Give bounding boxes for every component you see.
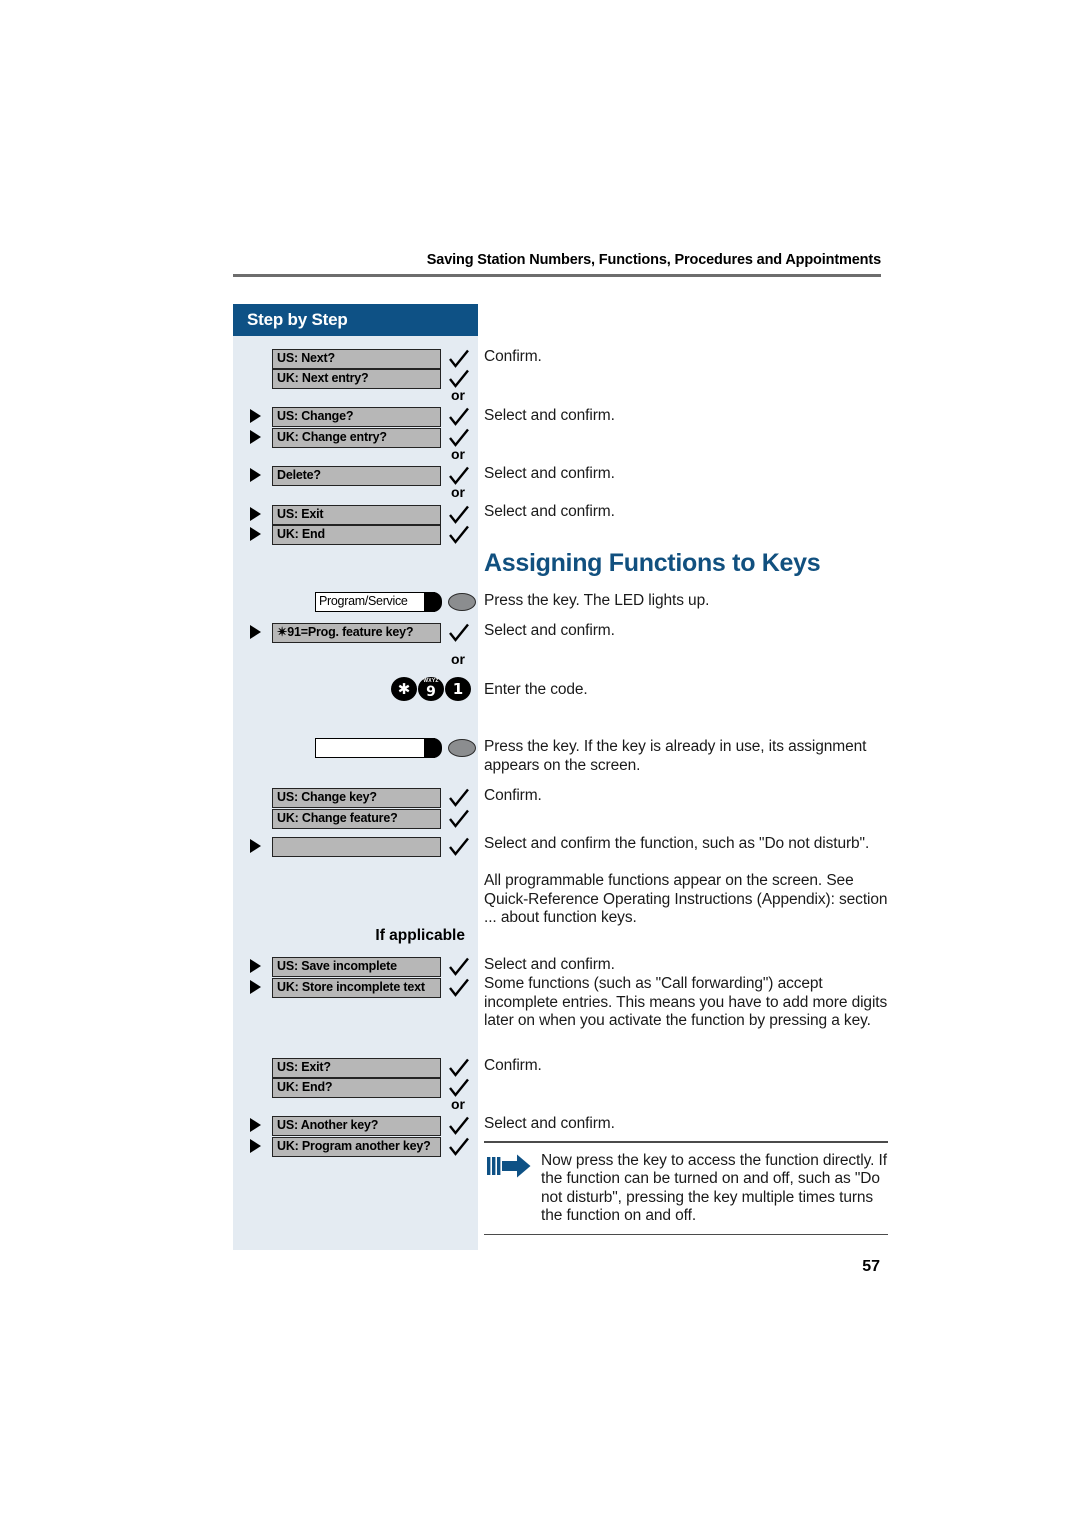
display-key-uk-change-entry[interactable]: UK: Change entry? bbox=[272, 428, 441, 448]
display-key-us-exit-question[interactable]: US: Exit? bbox=[272, 1058, 441, 1078]
display-key-uk-program-another-key[interactable]: UK: Program another key? bbox=[272, 1137, 441, 1157]
display-key-prog-feature-key[interactable]: ✴91=Prog. feature key? bbox=[272, 623, 441, 643]
display-key-blank-function[interactable] bbox=[272, 837, 441, 857]
instruction-select-5: Select and confirm. bbox=[484, 956, 615, 973]
instruction-all-programmable: All programmable functions appear on the… bbox=[484, 872, 888, 927]
scroll-triangle-icon bbox=[250, 1139, 261, 1153]
instruction-confirm-2: Confirm. bbox=[484, 787, 542, 804]
check-icon bbox=[448, 1057, 470, 1079]
scroll-triangle-icon bbox=[250, 430, 261, 444]
check-icon bbox=[448, 348, 470, 370]
or-label: or bbox=[451, 387, 465, 403]
keypad-key-1[interactable]: 1 bbox=[445, 677, 471, 701]
display-key-us-next[interactable]: US: Next? bbox=[272, 349, 441, 369]
sidebar-header: Step by Step bbox=[233, 304, 478, 336]
check-icon bbox=[448, 808, 470, 830]
display-key-uk-next-entry[interactable]: UK: Next entry? bbox=[272, 369, 441, 389]
check-icon bbox=[448, 406, 470, 428]
section-heading: Assigning Functions to Keys bbox=[484, 549, 821, 577]
scroll-triangle-icon bbox=[250, 959, 261, 973]
or-label: or bbox=[451, 1096, 465, 1112]
check-icon bbox=[448, 977, 470, 999]
check-icon bbox=[448, 1136, 470, 1158]
page-number: 57 bbox=[862, 1258, 880, 1275]
display-key-us-save-incomplete[interactable]: US: Save incomplete bbox=[272, 957, 441, 977]
note-text: Now press the key to access the function… bbox=[541, 1151, 887, 1225]
function-key-cap-icon bbox=[424, 738, 442, 758]
function-key-label: Program/Service bbox=[315, 592, 435, 612]
display-key-us-exit[interactable]: US: Exit bbox=[272, 505, 441, 525]
note-box: Now press the key to access the function… bbox=[484, 1141, 888, 1236]
display-key-delete[interactable]: Delete? bbox=[272, 466, 441, 486]
scroll-triangle-icon bbox=[250, 507, 261, 521]
instruction-select-4: Select and confirm. bbox=[484, 622, 615, 639]
scroll-triangle-icon bbox=[250, 1118, 261, 1132]
or-label: or bbox=[451, 446, 465, 462]
instruction-press-key-in-use: Press the key. If the key is already in … bbox=[484, 738, 867, 774]
scroll-triangle-icon bbox=[250, 409, 261, 423]
keypad-key-star[interactable]: ✱ bbox=[391, 677, 417, 701]
instruction-select-1: Select and confirm. bbox=[484, 407, 615, 424]
instruction-confirm-3: Confirm. bbox=[484, 1057, 542, 1074]
check-icon bbox=[448, 1115, 470, 1137]
scroll-triangle-icon bbox=[250, 527, 261, 541]
instruction-select-2: Select and confirm. bbox=[484, 465, 615, 482]
if-applicable-label: If applicable bbox=[375, 927, 465, 944]
running-head: Saving Station Numbers, Functions, Proce… bbox=[426, 252, 881, 268]
display-key-us-another-key[interactable]: US: Another key? bbox=[272, 1116, 441, 1136]
scroll-triangle-icon bbox=[250, 625, 261, 639]
display-key-uk-end[interactable]: UK: End bbox=[272, 525, 441, 545]
function-key-cap-icon bbox=[424, 592, 442, 612]
check-icon bbox=[448, 836, 470, 858]
check-icon bbox=[448, 622, 470, 644]
running-head-rule bbox=[233, 274, 881, 277]
function-key-label bbox=[315, 738, 435, 758]
scroll-triangle-icon bbox=[250, 468, 261, 482]
sidebar-header-label: Step by Step bbox=[247, 310, 348, 329]
check-icon bbox=[448, 956, 470, 978]
scroll-triangle-icon bbox=[250, 980, 261, 994]
or-label: or bbox=[451, 484, 465, 500]
note-rule-bottom bbox=[484, 1233, 888, 1236]
display-key-uk-store-incomplete-text[interactable]: UK: Store incomplete text bbox=[272, 978, 441, 998]
check-icon bbox=[448, 524, 470, 546]
instruction-select-function: Select and confirm the function, such as… bbox=[484, 835, 870, 852]
instruction-select-3: Select and confirm. bbox=[484, 503, 615, 520]
display-key-uk-change-feature[interactable]: UK: Change feature? bbox=[272, 809, 441, 829]
document-page: Saving Station Numbers, Functions, Proce… bbox=[0, 0, 1080, 1528]
instruction-press-key-led: Press the key. The LED lights up. bbox=[484, 592, 710, 609]
arrow-pointer-icon bbox=[487, 1154, 531, 1178]
instruction-some-functions: Some functions (such as "Call forwarding… bbox=[484, 975, 888, 1030]
instruction-confirm-1: Confirm. bbox=[484, 348, 542, 365]
display-key-us-change-key[interactable]: US: Change key? bbox=[272, 788, 441, 808]
check-icon bbox=[448, 787, 470, 809]
led-indicator-icon bbox=[448, 593, 476, 611]
led-indicator-icon bbox=[448, 739, 476, 757]
scroll-triangle-icon bbox=[250, 839, 261, 853]
instruction-select-6: Select and confirm. bbox=[484, 1115, 615, 1132]
or-label: or bbox=[451, 651, 465, 667]
display-key-us-change[interactable]: US: Change? bbox=[272, 407, 441, 427]
display-key-uk-end-question[interactable]: UK: End? bbox=[272, 1078, 441, 1098]
instruction-enter-code: Enter the code. bbox=[484, 681, 588, 698]
check-icon bbox=[448, 504, 470, 526]
keypad-key-9[interactable]: WXYZ 9 bbox=[418, 677, 444, 701]
